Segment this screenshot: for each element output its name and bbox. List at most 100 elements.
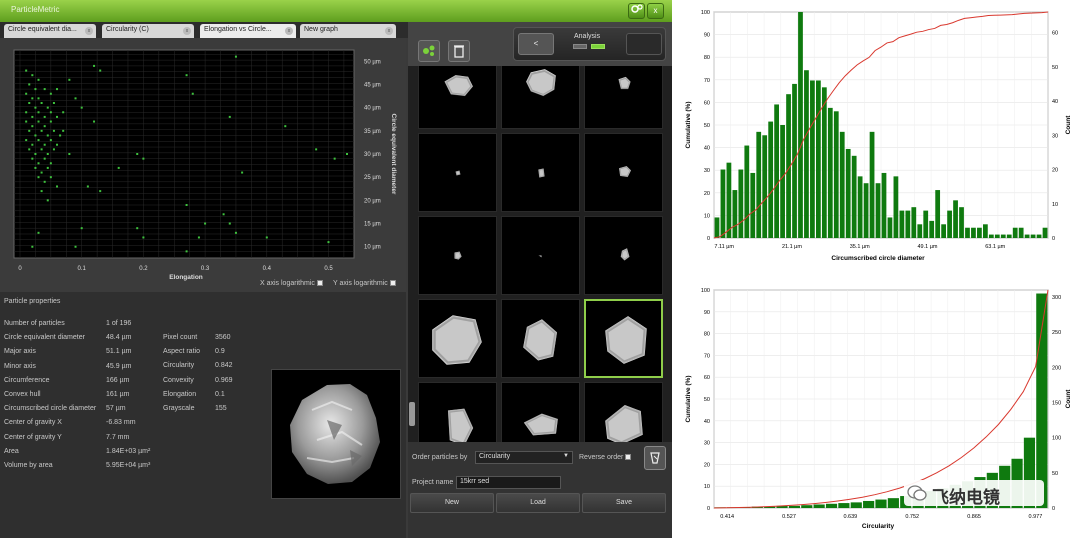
analysis-forward-button[interactable] [626, 33, 662, 55]
scatter-point[interactable] [56, 185, 59, 188]
scatter-point[interactable] [31, 143, 34, 146]
particle-tile[interactable] [418, 382, 497, 442]
scatter-point[interactable] [37, 139, 40, 142]
scatter-point[interactable] [46, 166, 49, 169]
checkbox-icon[interactable] [389, 280, 396, 287]
scatter-point[interactable] [185, 204, 188, 206]
scatter-point[interactable] [28, 129, 31, 132]
scatter-point[interactable] [204, 222, 207, 225]
scatter-point[interactable] [40, 171, 43, 174]
scatter-point[interactable] [37, 111, 40, 114]
checkbox-icon[interactable] [625, 454, 632, 461]
particle-tile[interactable] [584, 382, 663, 442]
scatter-point[interactable] [28, 102, 31, 104]
scatter-point[interactable] [25, 92, 28, 95]
scatter-point[interactable] [142, 236, 145, 239]
scatter-point[interactable] [56, 115, 59, 118]
scatter-point[interactable] [46, 153, 49, 155]
scatter-point[interactable] [37, 78, 40, 81]
save-button[interactable]: Save [582, 493, 666, 513]
scatter-point[interactable] [59, 134, 62, 137]
scatter-point[interactable] [46, 134, 49, 137]
scatter-point[interactable] [25, 120, 28, 123]
delete-particle-button[interactable] [448, 40, 470, 62]
scatter-point[interactable] [43, 180, 46, 183]
scatter-point[interactable] [241, 171, 244, 174]
scatter-point[interactable] [62, 129, 65, 132]
scatter-point[interactable] [74, 97, 77, 100]
scatter-point[interactable] [25, 111, 28, 114]
particle-tile[interactable] [584, 216, 663, 295]
scatter-point[interactable] [49, 139, 52, 142]
scatter-point[interactable] [46, 106, 49, 109]
tab-circle-equivalent-diameter[interactable]: Circle equivalent dia... x [4, 24, 96, 38]
scatter-point[interactable] [99, 69, 102, 72]
scatter-point[interactable] [136, 153, 139, 155]
scatter-point[interactable] [31, 125, 34, 128]
scatter-point[interactable] [68, 153, 71, 155]
scatter-point[interactable] [265, 236, 268, 239]
particle-tile[interactable] [501, 382, 580, 442]
scatter-point[interactable] [56, 88, 59, 91]
grid-scrollbar-thumb[interactable] [409, 402, 415, 426]
scatter-point[interactable] [34, 166, 37, 169]
scatter-point[interactable] [86, 185, 89, 188]
scatter-point[interactable] [34, 88, 37, 91]
scatter-point[interactable] [228, 115, 231, 118]
particle-tile[interactable] [418, 216, 497, 295]
scatter-point[interactable] [99, 190, 102, 193]
scatter-point[interactable] [80, 227, 83, 230]
particle-tile[interactable] [501, 299, 580, 378]
scatter-point[interactable] [31, 245, 34, 248]
close-tab-icon[interactable]: x [385, 27, 393, 35]
scatter-point[interactable] [62, 111, 65, 114]
scatter-point[interactable] [40, 102, 43, 104]
scatter-point[interactable] [37, 97, 40, 100]
scatter-point[interactable] [43, 125, 46, 128]
particle-tile-selected[interactable] [584, 299, 663, 378]
settings-gear-button[interactable] [628, 3, 645, 19]
scatter-point[interactable] [52, 129, 55, 132]
scatter-point[interactable] [117, 166, 120, 169]
particle-tile[interactable] [418, 299, 497, 378]
particle-tile[interactable] [418, 66, 497, 129]
scatter-point[interactable] [80, 106, 83, 109]
checkbox-icon[interactable] [316, 280, 323, 287]
particle-tile[interactable] [501, 133, 580, 212]
scatter-point[interactable] [185, 74, 188, 77]
particle-tile[interactable] [501, 216, 580, 295]
scatter-point[interactable] [37, 120, 40, 123]
scatter-point[interactable] [34, 106, 37, 109]
scatter-point[interactable] [93, 120, 96, 123]
load-button[interactable]: Load [496, 493, 580, 513]
scatter-point[interactable] [43, 88, 46, 91]
sort-button[interactable] [644, 446, 666, 470]
scatter-point[interactable] [327, 241, 330, 244]
scatter-point[interactable] [49, 92, 52, 95]
scatter-point[interactable] [43, 157, 46, 160]
close-button[interactable]: x [647, 3, 664, 19]
scatter-point[interactable] [222, 213, 225, 216]
project-name-input[interactable]: 15krr sed [456, 476, 561, 489]
close-tab-icon[interactable]: x [85, 27, 93, 35]
scatter-point[interactable] [31, 74, 34, 77]
new-button[interactable]: New [410, 493, 494, 513]
scatter-point[interactable] [46, 199, 49, 202]
scatter-point[interactable] [34, 153, 37, 155]
close-tab-icon[interactable]: x [183, 27, 191, 35]
scatter-point[interactable] [40, 129, 43, 132]
scatter-point[interactable] [31, 157, 34, 160]
close-tab-icon[interactable]: x [285, 27, 293, 35]
scatter-point[interactable] [25, 139, 28, 142]
scatter-point[interactable] [40, 190, 43, 193]
scatter-point[interactable] [197, 236, 200, 239]
scatter-point[interactable] [52, 102, 55, 104]
order-by-select[interactable]: Circularity ▼ [475, 451, 573, 464]
scatter-point[interactable] [68, 78, 71, 81]
scatter-point[interactable] [37, 231, 40, 234]
scatter-point[interactable] [191, 92, 194, 95]
scatter-point[interactable] [142, 157, 145, 160]
scatter-point[interactable] [185, 250, 188, 253]
scatter-plot[interactable]: 0 0.1 0.2 0.3 0.4 0.5 10 µm 15 µm 20 µm 25 µm 30 … [0, 38, 406, 292]
tab-circularity[interactable]: Circularity (C) x [102, 24, 194, 38]
